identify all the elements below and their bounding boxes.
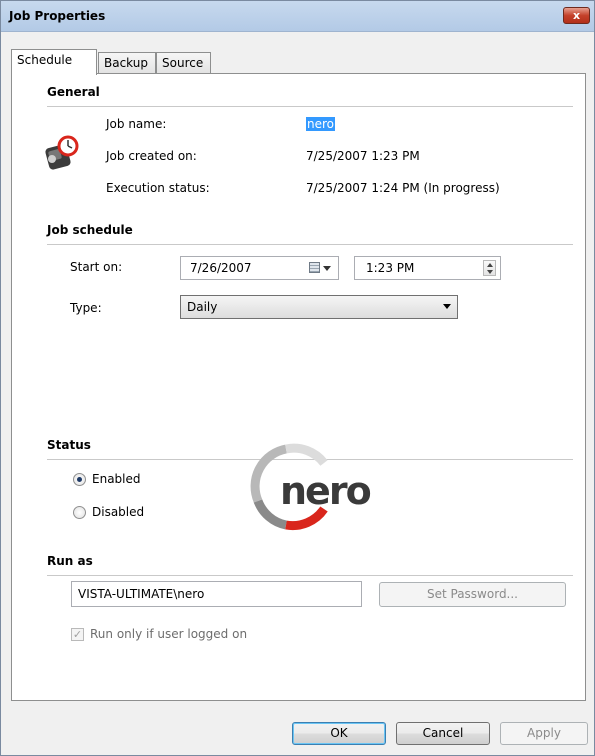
window-title: Job Properties — [9, 9, 106, 23]
time-spinner[interactable] — [483, 260, 496, 276]
chevron-down-icon[interactable] — [323, 266, 331, 271]
enabled-label[interactable]: Enabled — [92, 472, 141, 486]
type-label: Type: — [70, 301, 102, 315]
spin-down-icon[interactable] — [487, 270, 493, 274]
job-created-label: Job created on: — [106, 149, 197, 163]
run-as-account-value: VISTA-ULTIMATE\nero — [78, 587, 205, 601]
nero-logo: nero — [250, 443, 373, 531]
set-password-label: Set Password... — [426, 587, 518, 601]
run-as-heading: Run as — [47, 554, 93, 568]
enabled-radio[interactable] — [73, 473, 86, 486]
general-divider — [47, 106, 573, 107]
tab-label: Source — [162, 56, 204, 70]
title-bar: Job Properties x — [1, 1, 594, 32]
execution-status-label: Execution status: — [106, 181, 210, 195]
apply-button[interactable]: Apply — [500, 722, 588, 745]
job-name-label: Job name: — [106, 117, 167, 131]
job-schedule-heading: Job schedule — [47, 223, 133, 237]
cancel-button[interactable]: Cancel — [396, 722, 490, 745]
job-name-value[interactable]: nero — [306, 117, 335, 131]
run-only-label[interactable]: Run only if user logged on — [90, 627, 247, 641]
ok-label: OK — [330, 726, 348, 740]
set-password-button[interactable]: Set Password... — [379, 582, 566, 607]
start-date-value: 7/26/2007 — [190, 261, 252, 275]
start-date-picker[interactable]: 7/26/2007 — [180, 256, 339, 280]
tab-label: Schedule — [17, 53, 73, 67]
calendar-icon[interactable] — [309, 262, 320, 273]
job-name-selected-text: nero — [306, 117, 335, 131]
schedule-type-value: Daily — [187, 300, 218, 314]
status-heading: Status — [47, 438, 91, 452]
start-time-field[interactable]: 1:23 PM — [354, 256, 501, 280]
scheduled-backup-icon — [45, 135, 79, 170]
tab-label: Backup — [104, 56, 148, 70]
run-as-divider — [47, 575, 573, 576]
schedule-divider — [47, 244, 573, 245]
tab-schedule[interactable]: Schedule — [11, 49, 97, 75]
chevron-down-icon — [443, 304, 451, 309]
tab-source[interactable]: Source — [156, 52, 211, 74]
start-on-label: Start on: — [70, 260, 123, 274]
logo-text: nero — [280, 469, 371, 513]
run-only-checkbox[interactable]: ✓ — [71, 628, 84, 641]
execution-status-value: 7/25/2007 1:24 PM (In progress) — [306, 181, 500, 195]
start-time-value: 1:23 PM — [366, 261, 415, 275]
tab-backup[interactable]: Backup — [98, 52, 156, 74]
disabled-radio[interactable] — [73, 506, 86, 519]
disabled-label[interactable]: Disabled — [92, 505, 144, 519]
cancel-label: Cancel — [422, 726, 464, 740]
spin-up-icon[interactable] — [487, 263, 493, 267]
job-created-value: 7/25/2007 1:23 PM — [306, 149, 420, 163]
job-properties-window: Job Properties x Schedule Backup Source … — [0, 0, 595, 756]
close-button[interactable]: x — [563, 7, 590, 24]
general-heading: General — [47, 85, 100, 99]
run-as-account-field[interactable]: VISTA-ULTIMATE\nero — [71, 581, 362, 607]
close-icon: x — [572, 9, 581, 22]
ok-button[interactable]: OK — [292, 722, 386, 745]
apply-label: Apply — [527, 726, 561, 740]
schedule-type-select[interactable]: Daily — [180, 295, 458, 319]
